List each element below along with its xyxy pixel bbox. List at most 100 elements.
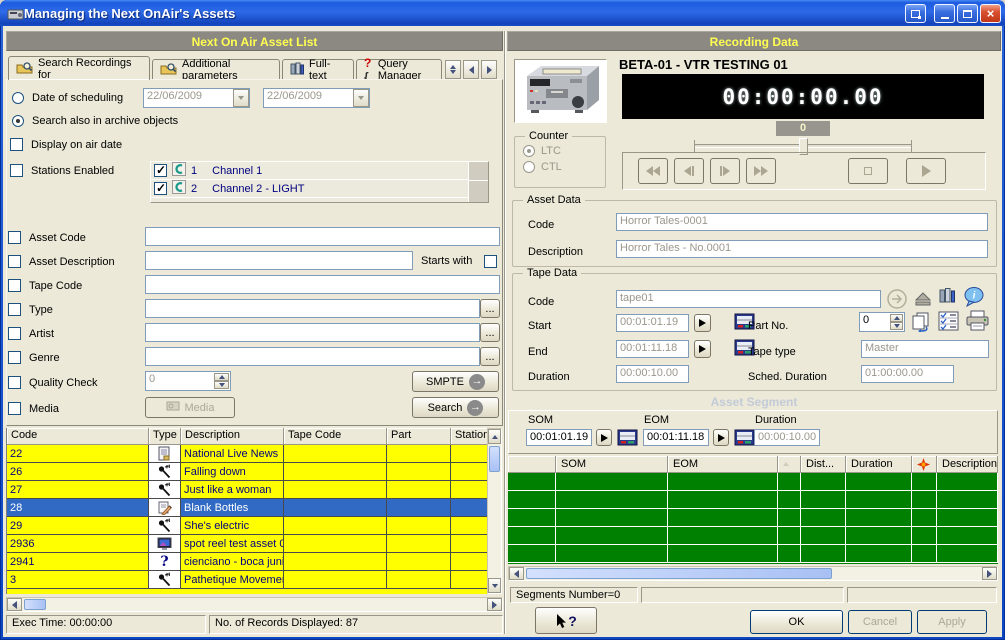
results-column-header[interactable]: Description	[181, 428, 284, 445]
asset-data-description-field[interactable]: Horror Tales - No.0001	[616, 240, 988, 258]
segment-row[interactable]	[508, 509, 998, 527]
end-timecode-field[interactable]: 00:01:11.18	[616, 340, 689, 358]
video-type-icon[interactable]	[149, 535, 181, 552]
end-play-button[interactable]	[694, 340, 711, 358]
vscroll-thumb[interactable]	[489, 446, 500, 472]
hscroll-thumb[interactable]	[526, 568, 832, 579]
new-part-icon[interactable]	[909, 310, 933, 337]
som-timecode-grab-icon[interactable]	[617, 428, 638, 452]
tab-query-manager[interactable]: ?{ Query Manager	[356, 59, 442, 80]
sched-duration-field[interactable]: 01:00:00.00	[861, 365, 954, 383]
segment-cell[interactable]	[846, 473, 912, 491]
asset-row[interactable]: 3Pathetique Movemer	[7, 571, 487, 589]
tab-scroll-left-button[interactable]	[463, 60, 479, 79]
asset-description-cell[interactable]: Blank Bottles	[181, 499, 284, 516]
segment-row[interactable]	[508, 527, 998, 545]
segment-cell[interactable]	[668, 473, 778, 491]
segment-cell[interactable]	[801, 527, 846, 545]
unknown-type-icon[interactable]: ?	[149, 553, 181, 570]
fast-forward-button[interactable]	[746, 158, 776, 184]
artist-checkbox[interactable]	[8, 327, 21, 340]
segment-cell[interactable]	[801, 473, 846, 491]
segment-cell[interactable]	[912, 527, 937, 545]
station-checkbox[interactable]	[154, 182, 167, 195]
scroll-left-button[interactable]	[7, 598, 22, 611]
date-to-dropdown-button[interactable]	[353, 89, 369, 107]
start-play-button[interactable]	[694, 314, 711, 332]
rewind-button[interactable]	[638, 158, 668, 184]
tab-additional-parameters[interactable]: Additional parameters	[152, 59, 280, 80]
library-icon[interactable]	[939, 287, 955, 308]
cancel-button[interactable]: Cancel	[848, 610, 912, 634]
asset-cell[interactable]	[284, 445, 387, 462]
results-column-header[interactable]: Code	[7, 428, 149, 445]
segment-cell[interactable]	[912, 509, 937, 527]
printer-icon[interactable]	[965, 310, 991, 337]
segment-row[interactable]	[508, 473, 998, 491]
info-icon[interactable]: i	[963, 287, 985, 312]
asset-cell[interactable]	[387, 463, 451, 480]
segment-cell[interactable]	[937, 527, 998, 545]
asset-description-cell[interactable]: She's electric	[181, 517, 284, 534]
stations-list[interactable]: 1Channel 12Channel 2 - LIGHT	[150, 161, 489, 203]
titlebar[interactable]: Managing the Next OnAir's Assets ×	[0, 0, 1005, 26]
segment-column-header[interactable]: Description	[937, 456, 998, 473]
asset-code-cell[interactable]: 26	[7, 463, 149, 480]
type-input[interactable]	[145, 299, 480, 318]
segment-cell[interactable]	[508, 509, 556, 527]
station-row[interactable]: 1Channel 1	[151, 162, 488, 180]
stations-enabled-checkbox[interactable]	[10, 164, 23, 177]
artist-input[interactable]	[145, 323, 480, 342]
segment-cell[interactable]	[912, 473, 937, 491]
smpte-button[interactable]: SMPTE →	[412, 371, 499, 392]
tape-code-field[interactable]: tape01	[616, 290, 881, 308]
asset-code-cell[interactable]: 3	[7, 571, 149, 588]
segment-cell[interactable]	[801, 491, 846, 509]
edit-type-icon[interactable]	[149, 499, 181, 516]
segment-column-header[interactable]	[778, 456, 801, 473]
asset-cell[interactable]	[451, 499, 488, 516]
eject-icon[interactable]	[913, 292, 933, 311]
segment-cell[interactable]	[778, 473, 801, 491]
asset-description-cell[interactable]: spot reel test asset 0	[181, 535, 284, 552]
asset-cell[interactable]	[284, 463, 387, 480]
segment-cell[interactable]	[846, 545, 912, 563]
music-type-icon[interactable]	[149, 463, 181, 480]
part-no-spinner[interactable]: 0	[859, 312, 905, 332]
music-type-icon[interactable]	[149, 571, 181, 588]
segment-hscrollbar[interactable]	[508, 566, 998, 581]
asset-cell[interactable]	[451, 481, 488, 498]
segment-cell[interactable]	[801, 509, 846, 527]
results-column-header[interactable]: Part	[387, 428, 451, 445]
date-from-dropdown-button[interactable]	[233, 89, 249, 107]
asset-cell[interactable]	[387, 499, 451, 516]
segment-column-header[interactable]: EOM	[668, 456, 778, 473]
minimize-button[interactable]	[934, 4, 955, 23]
asset-cell[interactable]	[387, 571, 451, 588]
results-hscrollbar[interactable]	[6, 597, 503, 612]
segment-cell[interactable]	[801, 545, 846, 563]
archive-radio[interactable]	[12, 115, 24, 127]
ctl-radio[interactable]	[523, 161, 535, 173]
asset-description-cell[interactable]: Falling down	[181, 463, 284, 480]
segment-column-header[interactable]: Duration	[846, 456, 912, 473]
quality-check-spinner[interactable]: 0	[145, 371, 231, 391]
stop-button[interactable]	[848, 158, 888, 184]
starts-with-checkbox[interactable]	[484, 255, 497, 268]
asset-row[interactable]: 27Just like a woman	[7, 481, 487, 499]
maximize-button[interactable]	[957, 4, 978, 23]
goto-timecode-icon[interactable]	[886, 288, 908, 315]
segment-column-header[interactable]: Dist...	[801, 456, 846, 473]
start-timecode-field[interactable]: 00:01:01.19	[616, 314, 689, 332]
asset-data-code-field[interactable]: Horror Tales-0001	[616, 213, 988, 231]
asset-code-cell[interactable]: 2941	[7, 553, 149, 570]
asset-cell[interactable]	[284, 535, 387, 552]
asset-code-cell[interactable]: 22	[7, 445, 149, 462]
segment-cell[interactable]	[508, 527, 556, 545]
genre-input[interactable]	[145, 347, 480, 366]
station-checkbox[interactable]	[154, 164, 167, 177]
segment-cell[interactable]	[912, 545, 937, 563]
asset-description-cell[interactable]: cienciano - boca juni	[181, 553, 284, 570]
asset-code-cell[interactable]: 27	[7, 481, 149, 498]
segment-cell[interactable]	[668, 545, 778, 563]
